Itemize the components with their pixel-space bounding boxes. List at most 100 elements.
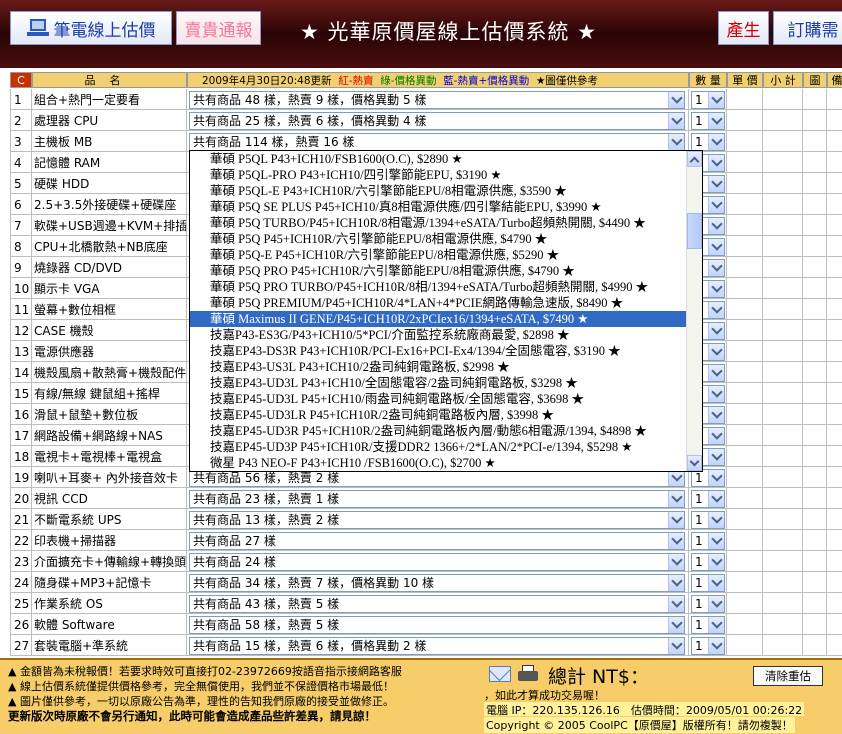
quantity-select[interactable]: 1 (691, 111, 725, 130)
dropdown-option[interactable]: 技嘉P43-ES3G/P43+ICH10/5*PCI/介面監控系統廠商最愛, $… (190, 327, 686, 343)
chevron-down-icon[interactable] (708, 574, 724, 591)
dropdown-option[interactable]: 華碩 P5Q PREMIUM/P45+ICH10R/4*LAN+4*PCIE網路… (190, 295, 686, 311)
dropdown-option[interactable]: 技嘉EP43-UD3L P43+ICH10/全固態電容/2盎司純銅電路板, $3… (190, 375, 686, 391)
chevron-down-icon[interactable] (668, 112, 684, 129)
laptop-quote-button[interactable]: 筆電線上估價 (10, 11, 172, 45)
dropdown-option[interactable]: 華碩 P5Q PRO P45+ICH10R/六引擎節能EPU/8相電源供應, $… (190, 263, 686, 279)
dropdown-option[interactable]: 華碩 P5Q TURBO/P45+ICH10R/8相電源/1394+eSATA/… (190, 215, 686, 231)
chevron-down-icon[interactable] (668, 133, 684, 150)
product-select[interactable]: 共有商品 24 樣 (189, 552, 685, 571)
product-select[interactable]: 共有商品 58 樣，熱賣 5 樣 (189, 615, 685, 634)
dropdown-option[interactable]: 華碩 P5Q PRO TURBO/P45+ICH10R/8相/1394+eSAT… (190, 279, 686, 295)
chevron-down-icon[interactable] (708, 511, 724, 528)
row-subtotal (763, 236, 803, 257)
chevron-down-icon[interactable] (708, 616, 724, 633)
sell-report-button[interactable]: 賣貴通報 (176, 11, 261, 45)
dropdown-option[interactable]: 華碩 P5QL-PRO P43+ICH10/四引擎節能EPU, $3190 ★ (190, 167, 686, 183)
chevron-down-icon[interactable] (708, 532, 724, 549)
motherboard-dropdown-list[interactable]: 華碩 P5QL P43+ICH10/FSB1600(O.C), $2890 ★ 華… (189, 150, 703, 472)
chevron-down-icon[interactable] (708, 448, 724, 465)
chevron-down-icon[interactable] (708, 196, 724, 213)
quantity-select[interactable]: 1 (691, 90, 725, 109)
row-note (827, 215, 842, 236)
chevron-down-icon[interactable] (668, 553, 684, 570)
chevron-down-icon[interactable] (708, 133, 724, 150)
row-note (827, 383, 842, 404)
row-picture (803, 278, 827, 299)
product-select[interactable]: 共有商品 48 樣，熱賣 9 樣，價格異動 5 樣 (189, 90, 685, 109)
product-select[interactable]: 共有商品 114 樣，熱賣 16 樣 (189, 132, 685, 151)
dropdown-option[interactable]: 華碩 P5QL-E P43+ICH10R/六引擎節能EPU/8相電源供應, $3… (190, 183, 686, 199)
chevron-down-icon[interactable] (708, 280, 724, 297)
chevron-down-icon[interactable] (668, 595, 684, 612)
dropdown-scrollbar[interactable] (686, 151, 702, 471)
product-select[interactable]: 共有商品 25 樣，熱賣 6 樣，價格異動 4 樣 (189, 111, 685, 130)
product-select[interactable]: 共有商品 27 樣 (189, 531, 685, 550)
dropdown-option[interactable]: 華碩 P5Q-E P45+ICH10R/六引擎節能EPU/8相電源供應, $52… (190, 247, 686, 263)
dropdown-option[interactable]: 技嘉EP45-UD3R P45+ICH10R/2盎司純銅電路板內層/動態6相電源… (190, 423, 686, 439)
produce-button[interactable]: 產生 (718, 11, 769, 45)
dropdown-option[interactable]: 技嘉EP45-UD3P P45+ICH10R/支援DDR2 1366+/2*LA… (190, 439, 686, 455)
dropdown-option[interactable]: 技嘉EP43-US3L P43+ICH10/2盎司純銅電路板, $2998 ★ (190, 359, 686, 375)
chevron-down-icon[interactable] (708, 385, 724, 402)
quantity-select[interactable]: 1 (691, 510, 725, 529)
quantity-select[interactable]: 1 (691, 531, 725, 550)
scroll-down-icon[interactable] (687, 455, 702, 471)
chevron-down-icon[interactable] (668, 490, 684, 507)
chevron-down-icon[interactable] (708, 490, 724, 507)
product-select[interactable]: 共有商品 34 樣，熱賣 7 樣，價格異動 10 樣 (189, 573, 685, 592)
clear-reset-button[interactable]: 清除重估 (753, 666, 823, 686)
chevron-down-icon[interactable] (708, 637, 724, 654)
quantity-select[interactable]: 1 (691, 132, 725, 151)
dropdown-option[interactable]: 華碩 P5QL P43+ICH10/FSB1600(O.C), $2890 ★ (190, 151, 686, 167)
dropdown-option[interactable]: 技嘉EP45-UD3LR P45+ICH10R/2盎司純銅電路板內層, $399… (190, 407, 686, 423)
product-select[interactable]: 共有商品 43 樣，熱賣 5 樣 (189, 594, 685, 613)
product-select[interactable]: 共有商品 13 樣，熱賣 2 樣 (189, 510, 685, 529)
chevron-down-icon[interactable] (708, 322, 724, 339)
dropdown-option[interactable]: 華碩 P5Q SE PLUS P45+ICH10/真8相電源供應/四引擎結能EP… (190, 199, 686, 215)
chevron-down-icon[interactable] (708, 217, 724, 234)
dropdown-option[interactable]: 華碩 Maximus II GENE/P45+ICH10R/2xPCIex16/… (190, 311, 686, 327)
chevron-down-icon[interactable] (708, 259, 724, 276)
chevron-down-icon[interactable] (708, 595, 724, 612)
chevron-down-icon[interactable] (708, 112, 724, 129)
dropdown-option[interactable]: 技嘉EP45-UD3L P45+ICH10/雨盎司純銅電路板/全固態電容, $3… (190, 391, 686, 407)
chevron-down-icon[interactable] (668, 637, 684, 654)
row-note (827, 194, 842, 215)
chevron-down-icon[interactable] (668, 91, 684, 108)
chevron-down-icon[interactable] (708, 427, 724, 444)
quantity-select[interactable]: 1 (691, 489, 725, 508)
chevron-down-icon[interactable] (708, 91, 724, 108)
order-button[interactable]: 訂購需 (773, 11, 842, 45)
chevron-down-icon[interactable] (708, 343, 724, 360)
scroll-up-icon[interactable] (687, 151, 702, 167)
chevron-down-icon[interactable] (708, 364, 724, 381)
chevron-down-icon[interactable] (708, 301, 724, 318)
email-icon[interactable] (489, 666, 511, 682)
product-select[interactable]: 共有商品 15 樣，熱賣 6 樣，價格異動 2 樣 (189, 636, 685, 655)
quantity-select[interactable]: 1 (691, 636, 725, 655)
chevron-down-icon[interactable] (708, 553, 724, 570)
chevron-down-icon[interactable] (708, 154, 724, 171)
chevron-down-icon[interactable] (708, 406, 724, 423)
scroll-thumb[interactable] (687, 213, 702, 249)
row-qty-cell: 1 (689, 131, 727, 152)
quantity-select[interactable]: 1 (691, 573, 725, 592)
quantity-select[interactable]: 1 (691, 552, 725, 571)
dropdown-option[interactable]: 微星 P43 NEO-F P43+ICH10 /FSB1600(O.C), $2… (190, 455, 686, 471)
chevron-down-icon[interactable] (668, 574, 684, 591)
chevron-down-icon[interactable] (708, 238, 724, 255)
chevron-down-icon[interactable] (668, 511, 684, 528)
dropdown-option[interactable]: 技嘉EP43-DS3R P43+ICH10R/PCI-Ex16+PCI-Ex4/… (190, 343, 686, 359)
chevron-down-icon[interactable] (708, 469, 724, 486)
chevron-down-icon[interactable] (668, 532, 684, 549)
printer-icon[interactable] (518, 665, 538, 683)
quantity-select[interactable]: 1 (691, 615, 725, 634)
dropdown-option[interactable]: 華碩 P5Q P45+ICH10R/六引擎節能EPU/8相電源供應, $4790… (190, 231, 686, 247)
product-select-value: 共有商品 48 樣，熱賣 9 樣，價格異動 5 樣 (193, 92, 427, 107)
quantity-select[interactable]: 1 (691, 594, 725, 613)
row-note (827, 425, 842, 446)
chevron-down-icon[interactable] (708, 175, 724, 192)
product-select[interactable]: 共有商品 23 樣，熱賣 1 樣 (189, 489, 685, 508)
chevron-down-icon[interactable] (668, 616, 684, 633)
